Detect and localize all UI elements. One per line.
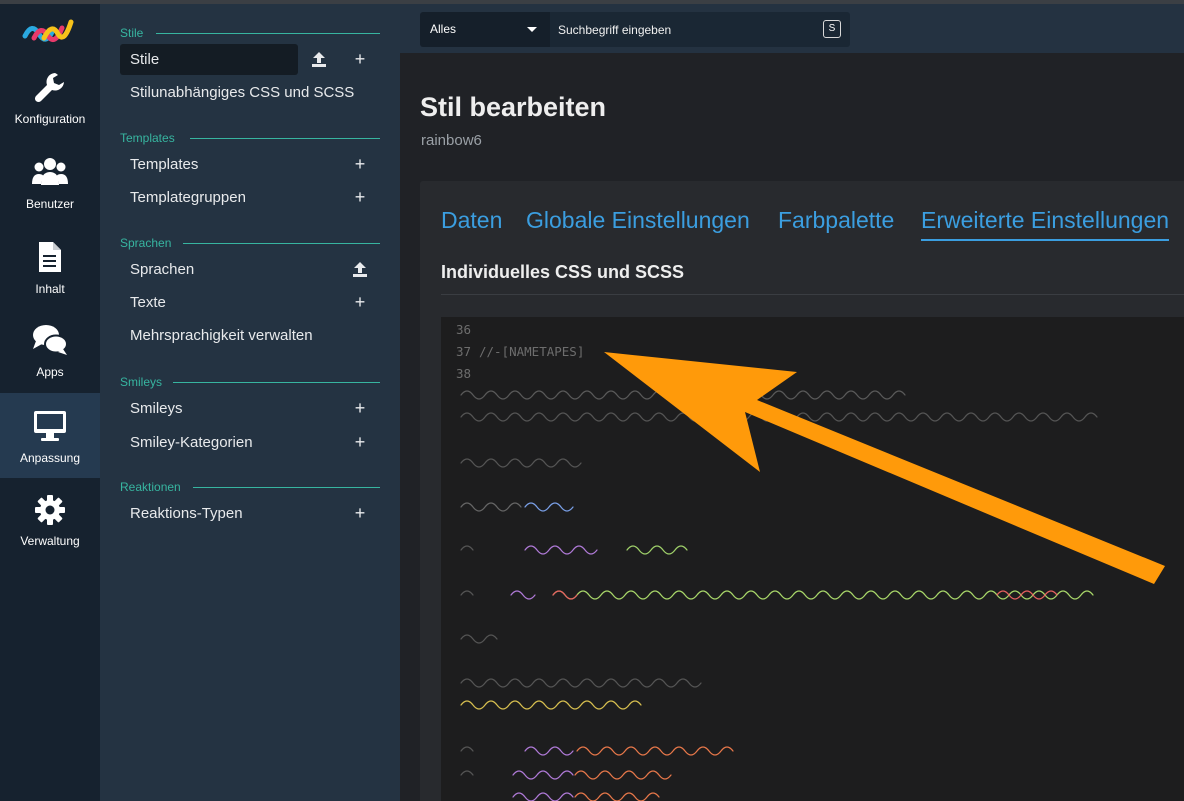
sidebar-item-label: Templategruppen (130, 189, 246, 206)
sidebar-group-stile: Stile Stile + Stilunabhängiges CSS und S… (120, 26, 380, 101)
users-icon (32, 158, 68, 185)
sidebar-item-reaktions-typen[interactable]: Reaktions-Typen + (120, 498, 380, 529)
sidebar-item-label: Sprachen (130, 261, 195, 278)
sidebar-menu: Stile Stile + Stilunabhängiges CSS und S… (100, 4, 400, 801)
page-subtitle: rainbow6 (421, 132, 482, 149)
search-shortcut-badge: S (823, 20, 841, 38)
search-input[interactable] (550, 12, 850, 47)
sidebar-group-title-text: Reaktionen (120, 480, 181, 494)
sidebar-item-label: Stilunabhängiges CSS und SCSS (130, 84, 355, 101)
tab-farbpalette[interactable]: Farbpalette (778, 207, 894, 241)
sidebar-group-smileys: Smileys Smileys + Smiley-Kategorien + (120, 375, 380, 452)
plus-icon[interactable]: + (350, 393, 370, 424)
sidebar-item-label: Smiley-Kategorien (130, 434, 253, 451)
divider (173, 382, 380, 383)
sidebar-group-title: Smileys (120, 375, 380, 389)
tab-erweiterte-einstellungen[interactable]: Erweiterte Einstellungen (921, 207, 1170, 241)
sidebar-item-label: Templates (130, 156, 199, 173)
sidebar-item-mehrsprachigkeit[interactable]: Mehrsprachigkeit verwalten (120, 320, 380, 351)
style-editor-card: Daten Globale Einstellungen Farbpalette … (420, 181, 1184, 801)
rail-item-verwaltung[interactable]: Verwaltung (0, 486, 100, 571)
sidebar-group-title: Reaktionen (120, 480, 380, 494)
caret-down-icon (527, 27, 537, 32)
sidebar-item-texte[interactable]: Texte + (120, 287, 380, 318)
sidebar-group-templates: Templates Templates + Templategruppen + (120, 131, 380, 207)
divider (156, 33, 380, 34)
rail-item-apps[interactable]: Apps (0, 319, 100, 404)
upload-icon[interactable] (350, 254, 370, 285)
sidebar-item-templategruppen[interactable]: Templategruppen + (120, 182, 380, 213)
sidebar-group-title-text: Sprachen (120, 236, 172, 250)
rail-label: Inhalt (35, 282, 65, 296)
app-window: Konfiguration Benutzer Inhalt Apps Anpas… (0, 0, 1184, 801)
sidebar-item-label: Reaktions-Typen (130, 505, 243, 522)
plus-icon[interactable]: + (350, 287, 370, 318)
wrench-icon (34, 73, 64, 103)
section-title: Individuelles CSS und SCSS (441, 262, 685, 282)
code-editor[interactable]: 36 37//-[NAMETAPES] 38 (441, 317, 1184, 801)
sidebar-group-title: Stile (120, 26, 380, 40)
sidebar-group-title-text: Smileys (120, 375, 163, 389)
divider (183, 243, 380, 244)
rail-label: Anpassung (19, 451, 81, 465)
plus-icon[interactable]: + (350, 149, 370, 180)
sidebar-item-smiley-kategorien[interactable]: Smiley-Kategorien + (120, 427, 380, 458)
divider (190, 138, 380, 139)
sidebar-item-smileys[interactable]: Smileys + (120, 393, 380, 424)
sidebar-item-sprachen[interactable]: Sprachen (120, 254, 380, 285)
top-bar: Alles S (400, 4, 1184, 53)
search-category-value: Alles (430, 22, 457, 36)
sidebar-item-label: Smileys (130, 400, 183, 417)
gear-icon (35, 495, 65, 525)
monitor-icon (34, 411, 66, 441)
sidebar-item-templates[interactable]: Templates + (120, 149, 380, 180)
tab-daten[interactable]: Daten (441, 207, 502, 241)
sidebar-group-reaktionen: Reaktionen Reaktions-Typen + (120, 480, 380, 523)
sidebar-group-title-text: Templates (120, 131, 175, 145)
sidebar-item-label: Texte (130, 294, 166, 311)
comments-icon (33, 325, 68, 355)
tab-globale-einstellungen[interactable]: Globale Einstellungen (526, 207, 750, 241)
main-content: Alles S Stil bearbeiten rainbow6 Daten G… (400, 4, 1184, 801)
divider (193, 487, 380, 488)
rail-item-benutzer[interactable]: Benutzer (0, 149, 100, 234)
rail-item-anpassung[interactable]: Anpassung (0, 393, 100, 478)
sidebar-item-label: Stile (130, 51, 160, 68)
sidebar-item-stile[interactable]: Stile + (120, 44, 380, 75)
rail-item-inhalt[interactable]: Inhalt (0, 234, 100, 319)
divider (441, 294, 1184, 295)
rail-item-konfiguration[interactable]: Konfiguration (0, 64, 100, 149)
page-title: Stil bearbeiten (420, 92, 607, 122)
sidebar-group-title-text: Stile (120, 26, 144, 40)
plus-icon[interactable]: + (350, 427, 370, 458)
obfuscated-code-scribbles (460, 390, 1098, 801)
rail-label: Benutzer (25, 197, 75, 211)
rail-label: Konfiguration (14, 112, 86, 126)
file-icon (39, 242, 61, 272)
sidebar-item-label: Mehrsprachigkeit verwalten (130, 327, 313, 344)
rail-label: Apps (36, 365, 64, 379)
sidebar-group-title: Sprachen (120, 236, 380, 250)
rail-label: Verwaltung (20, 534, 80, 548)
sidebar-group-sprachen: Sprachen Sprachen Texte + Mehrsprachigke… (120, 236, 380, 344)
plus-icon[interactable]: + (350, 182, 370, 213)
sidebar-item-stilunabhaengiges-css[interactable]: Stilunabhängiges CSS und SCSS (120, 77, 380, 108)
search-category-select[interactable]: Alles (420, 12, 550, 47)
woltlab-logo[interactable] (22, 14, 74, 48)
icon-rail: Konfiguration Benutzer Inhalt Apps Anpas… (0, 4, 100, 801)
plus-icon[interactable]: + (350, 44, 370, 75)
plus-icon[interactable]: + (350, 498, 370, 529)
upload-icon[interactable] (309, 44, 329, 75)
sidebar-group-title: Templates (120, 131, 380, 145)
